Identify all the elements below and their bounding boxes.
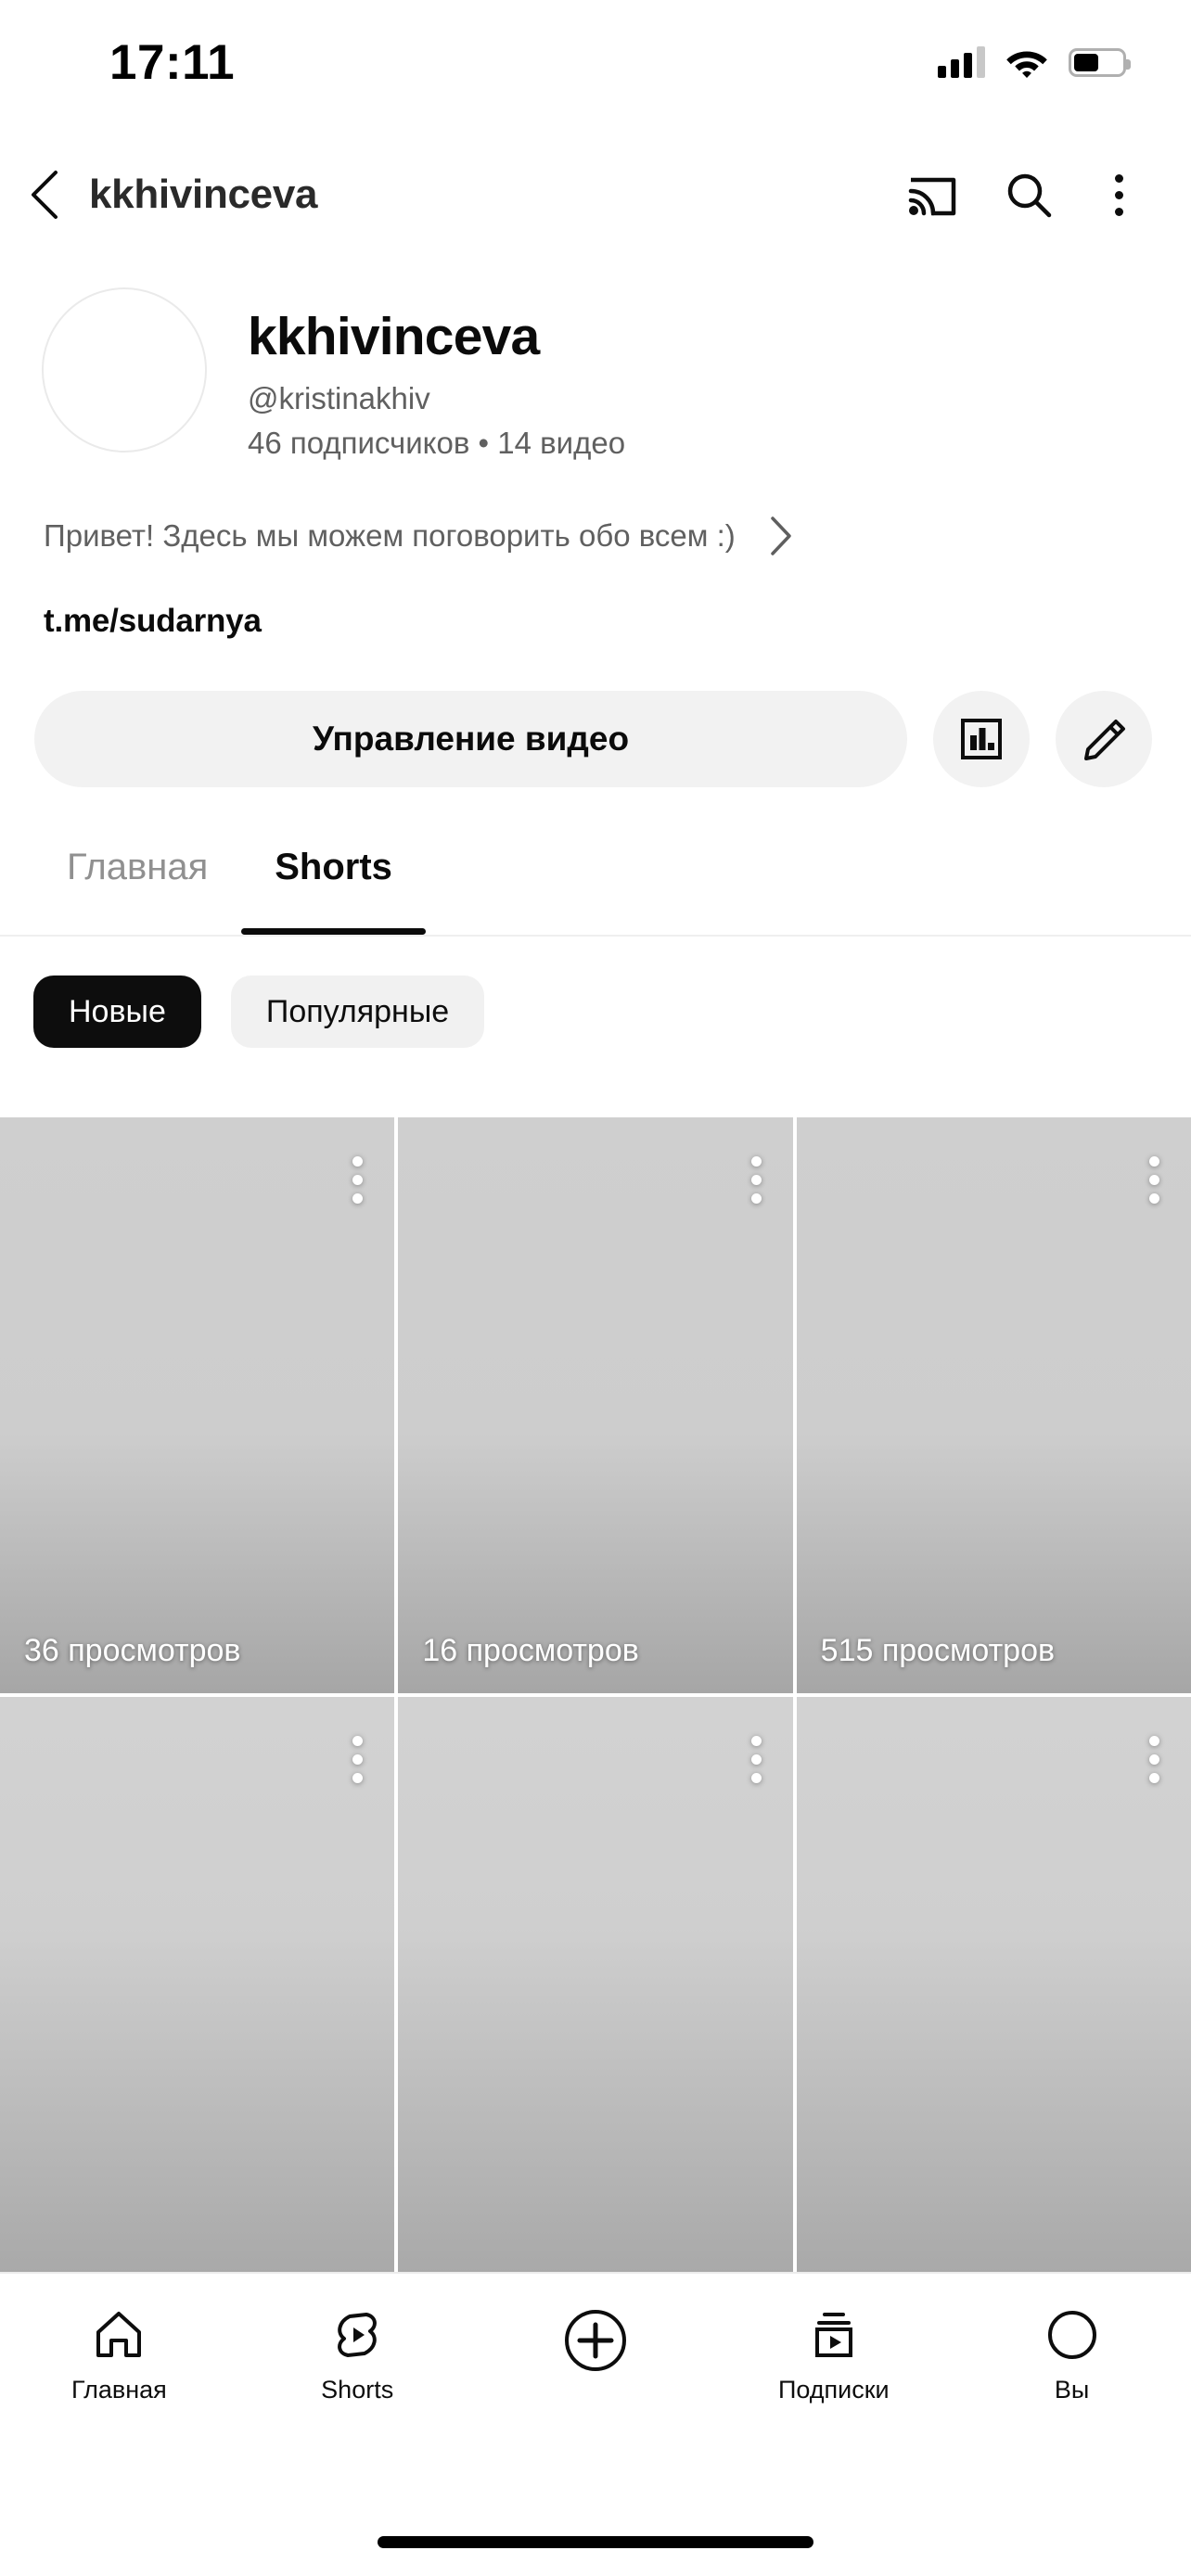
wifi-icon [1005, 46, 1048, 78]
status-bar: 17:11 [0, 0, 1191, 111]
shorts-item-menu-icon[interactable] [750, 1736, 762, 1783]
back-button[interactable] [0, 169, 89, 221]
shorts-grid-item[interactable] [398, 1697, 793, 2273]
home-indicator [378, 2536, 813, 2548]
channel-link[interactable]: t.me/sudarnya [44, 603, 262, 640]
analytics-bar-chart-icon [961, 719, 1002, 759]
shorts-grid-item[interactable] [796, 1697, 1191, 2273]
nav-label-home: Главная [71, 2376, 167, 2404]
create-plus-icon [564, 2310, 626, 2371]
chevron-right-icon [771, 516, 791, 555]
chip-popular[interactable]: Популярные [230, 976, 485, 1048]
bio-expand-button[interactable] [767, 515, 795, 557]
shorts-grid-item[interactable] [0, 1697, 395, 2273]
pencil-edit-icon [1084, 720, 1125, 760]
profile-actions: Управление видео [0, 691, 1191, 787]
shorts-item-menu-icon[interactable] [750, 1156, 762, 1204]
battery-icon [1069, 47, 1131, 77]
overflow-menu-icon[interactable] [1100, 173, 1137, 216]
cellular-signal-icon [938, 46, 985, 78]
search-icon[interactable] [1005, 172, 1052, 218]
chip-newest[interactable]: Новые [33, 976, 201, 1048]
channel-handle: @kristinakhiv [248, 380, 430, 415]
home-icon [96, 2312, 142, 2357]
channel-bio-row[interactable]: Привет! Здесь мы можем поговорить обо вс… [0, 515, 1191, 557]
status-bar-indicators [938, 46, 1131, 78]
shorts-item-menu-icon[interactable] [352, 1156, 364, 1204]
shorts-item-menu-icon[interactable] [1149, 1736, 1159, 1783]
subscriptions-icon [814, 2313, 852, 2357]
cast-icon[interactable] [907, 172, 957, 217]
channel-bio-text: Привет! Здесь мы можем поговорить обо вс… [44, 518, 736, 553]
shorts-icon [338, 2313, 378, 2357]
status-bar-time: 17:11 [109, 34, 236, 90]
shorts-grid-item[interactable]: 36 просмотров [0, 1117, 395, 1693]
app-bar: kkhivinceva [0, 144, 1191, 246]
nav-label-shorts: Shorts [321, 2376, 394, 2404]
analytics-button[interactable] [933, 691, 1030, 787]
channel-stats: 46 подписчиков • 14 видео [248, 425, 626, 460]
shorts-grid: 36 просмотров 16 просмотров 515 просмотр… [0, 1117, 1191, 2273]
channel-tabs: Главная Shorts [0, 839, 1191, 937]
you-avatar-icon [1047, 2311, 1096, 2359]
nav-label-you: Вы [1054, 2376, 1090, 2404]
manage-videos-button[interactable]: Управление видео [34, 691, 907, 787]
app-bar-actions [907, 172, 1191, 218]
sort-chips: Новые Популярные [0, 976, 1191, 1048]
shorts-item-views: 36 просмотров [24, 1633, 241, 1668]
shorts-grid-item[interactable]: 16 просмотров [398, 1117, 793, 1693]
youtube-channel-screen: 17:11 kkhivinceva kkhivinceva @kristinak… [0, 0, 1191, 2576]
shorts-item-views: 16 просмотров [422, 1633, 639, 1668]
nav-item-subscriptions[interactable]: Подписки [714, 2307, 953, 2404]
shorts-grid-item[interactable]: 515 просмотров [796, 1117, 1191, 1693]
nav-item-you[interactable]: Вы [953, 2307, 1191, 2404]
tab-shorts[interactable]: Shorts [241, 839, 426, 935]
tab-home[interactable]: Главная [33, 839, 241, 935]
chevron-left-icon [32, 171, 58, 219]
shorts-item-menu-icon[interactable] [352, 1736, 364, 1783]
profile-header: kkhivinceva @kristinakhiv 46 подписчиков… [0, 287, 1191, 462]
profile-info: kkhivinceva @kristinakhiv 46 подписчиков… [248, 287, 625, 462]
avatar[interactable] [42, 287, 207, 453]
bottom-navigation: Главная Shorts Подписки Вы [0, 2272, 1191, 2576]
shorts-item-views: 515 просмотров [820, 1633, 1056, 1668]
nav-label-subscriptions: Подписки [777, 2376, 890, 2404]
nav-item-create[interactable] [477, 2307, 715, 2387]
app-bar-title: kkhivinceva [89, 172, 318, 217]
edit-profile-button[interactable] [1056, 691, 1152, 787]
shorts-item-menu-icon[interactable] [1149, 1156, 1159, 1204]
channel-name: kkhivinceva [248, 307, 540, 366]
nav-item-shorts[interactable]: Shorts [238, 2307, 477, 2404]
nav-item-home[interactable]: Главная [0, 2307, 238, 2404]
